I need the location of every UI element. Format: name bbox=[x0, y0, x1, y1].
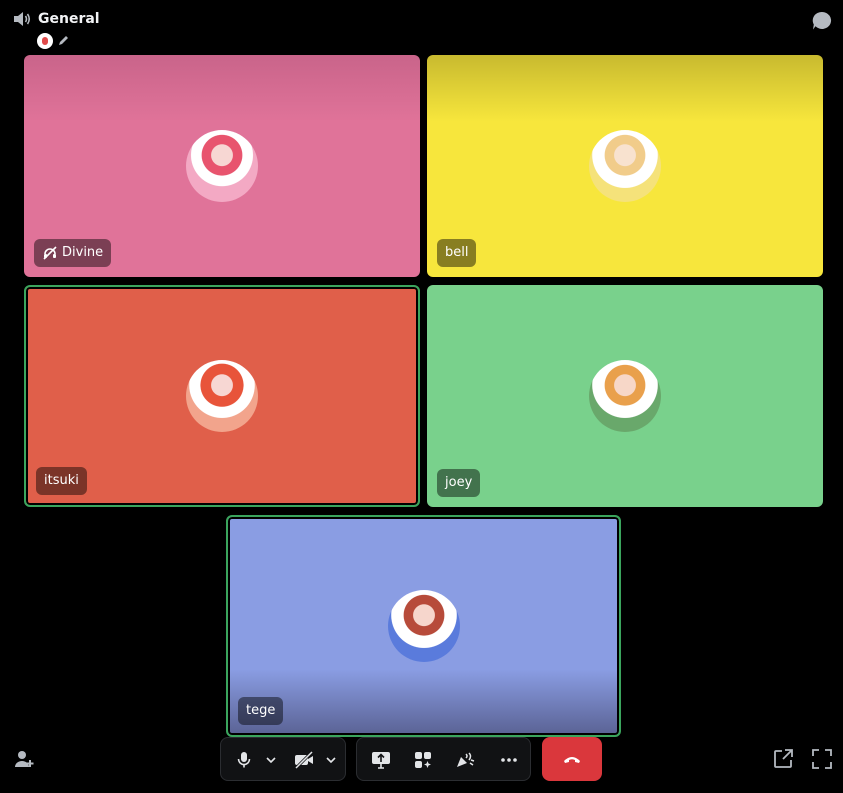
camera-options-button[interactable] bbox=[321, 738, 341, 782]
participant-tile-bell[interactable]: bell bbox=[427, 55, 823, 277]
avatar bbox=[186, 360, 258, 432]
screen-share-icon bbox=[372, 752, 390, 769]
camera-off-icon bbox=[294, 751, 314, 769]
chevron-down-icon bbox=[266, 757, 276, 764]
participant-tile-itsuki[interactable]: itsuki bbox=[24, 285, 420, 507]
participant-tile-tege[interactable]: tege bbox=[226, 515, 621, 737]
edit-status-icon[interactable] bbox=[57, 34, 70, 47]
soundboard-button[interactable] bbox=[447, 738, 483, 782]
add-user-icon[interactable] bbox=[13, 748, 35, 770]
participant-name: bell bbox=[445, 245, 469, 260]
participant-name-tag: bell bbox=[437, 239, 477, 267]
fullscreen-icon[interactable] bbox=[811, 748, 833, 770]
avatar bbox=[589, 130, 661, 202]
participant-name: Divine bbox=[62, 245, 104, 260]
participant-name: joey bbox=[445, 475, 473, 490]
soundboard-icon bbox=[457, 752, 475, 767]
microphone-button[interactable] bbox=[227, 738, 261, 782]
microphone-options-button[interactable] bbox=[261, 738, 281, 782]
disconnect-icon bbox=[564, 757, 580, 763]
channel-status-emoji[interactable] bbox=[37, 33, 53, 49]
activities-icon bbox=[415, 752, 431, 768]
avatar bbox=[387, 590, 460, 662]
activity-controls bbox=[356, 737, 531, 781]
avatar bbox=[186, 130, 258, 202]
chevron-down-icon bbox=[326, 757, 336, 764]
participant-name: tege bbox=[246, 703, 276, 718]
avatar bbox=[589, 360, 661, 432]
audio-video-controls bbox=[220, 737, 346, 781]
camera-button[interactable] bbox=[287, 738, 321, 782]
disconnect-button[interactable] bbox=[542, 737, 602, 781]
participant-name: itsuki bbox=[44, 473, 79, 488]
participant-name-tag: Divine bbox=[34, 239, 112, 267]
more-icon bbox=[501, 758, 517, 762]
muted-deafened-icon bbox=[43, 246, 57, 260]
participant-name-tag: tege bbox=[238, 697, 284, 725]
channel-name: General bbox=[38, 11, 100, 27]
participant-name-tag: itsuki bbox=[36, 467, 87, 495]
screen-share-button[interactable] bbox=[363, 738, 399, 782]
popout-icon[interactable] bbox=[772, 748, 794, 770]
voice-channel-header: General bbox=[0, 0, 843, 52]
speaker-icon bbox=[14, 12, 31, 26]
participant-name-tag: joey bbox=[437, 469, 481, 497]
more-button[interactable] bbox=[491, 738, 527, 782]
chat-icon[interactable] bbox=[811, 10, 833, 32]
microphone-icon bbox=[237, 752, 251, 768]
activities-button[interactable] bbox=[405, 738, 441, 782]
participant-tile-joey[interactable]: joey bbox=[427, 285, 823, 507]
participant-tile-divine[interactable]: Divine bbox=[24, 55, 420, 277]
